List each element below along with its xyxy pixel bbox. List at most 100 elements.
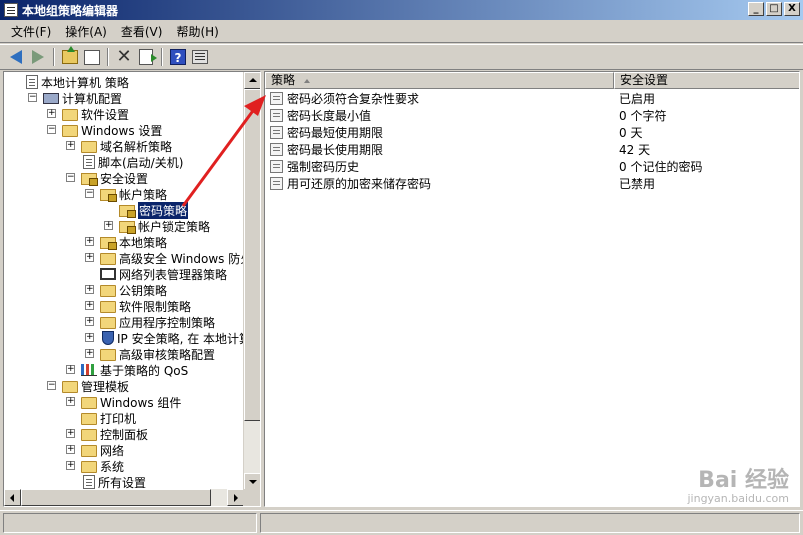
list-item[interactable]: 密码长度最小值 0 个字符 [265,107,799,124]
tree-item[interactable]: + 公钥策略 [85,282,167,298]
gpedit-icon [4,3,18,17]
collapse-icon[interactable]: − [28,93,37,102]
list-item[interactable]: 密码必须符合复杂性要求 已启用 [265,90,799,107]
tree-item[interactable]: + IP 安全策略, 在 本地计算 [85,330,244,346]
expand-icon[interactable]: + [66,141,75,150]
expand-icon[interactable]: + [85,253,94,262]
menu-help[interactable]: 帮助(H) [169,23,225,40]
tree-item[interactable]: − 安全设置 [66,170,149,186]
tree-item[interactable]: 打印机 [81,410,136,426]
maximize-button[interactable]: □ [766,2,782,16]
tree-item-label: 应用程序控制策略 [119,315,216,330]
list-item[interactable]: 密码最长使用期限 42 天 [265,141,799,158]
folder-icon [81,428,97,441]
tree-view[interactable]: 本地计算机 策略 − 计算机配置 + 软件设置 − Windows 设置 + 域名解析策略 脚本(… [4,72,244,490]
tree-item[interactable]: + 本地策略 [85,234,167,250]
policy-name: 用可还原的加密来储存密码 [287,177,432,191]
tree-item[interactable]: − 管理模板 [47,378,129,394]
folder-icon [62,124,78,137]
tree-item[interactable]: 密码策略 [119,201,189,219]
back-button[interactable] [5,47,27,67]
network-list-icon [100,268,116,280]
forward-button[interactable] [27,47,49,67]
secure-folder-icon [119,220,136,234]
tree-item[interactable]: + 网络 [66,442,124,458]
expand-icon[interactable]: + [66,365,75,374]
tree-item-label: 控制面板 [100,427,149,442]
menu-view[interactable]: 查看(V) [114,23,170,40]
up-button[interactable] [59,46,81,67]
help-button[interactable]: ? [167,47,189,67]
properties-button[interactable] [189,47,211,67]
expand-icon[interactable]: + [85,301,94,310]
expand-icon[interactable]: + [85,237,94,246]
folder-icon [62,380,78,393]
tree-horizontal-scrollbar[interactable] [4,489,244,506]
tree-item[interactable]: 本地计算机 策略 [24,74,129,90]
tree-item[interactable]: + Windows 组件 [66,394,182,410]
collapse-icon[interactable]: − [47,381,56,390]
help-icon: ? [170,49,186,65]
expand-icon[interactable]: + [66,429,75,438]
tree-item-label: 本地计算机 策略 [41,75,129,90]
show-tree-button[interactable] [81,47,103,67]
expand-icon[interactable]: + [66,461,75,470]
column-header-policy[interactable]: 策略 [265,72,614,89]
tree-item[interactable]: + 软件设置 [47,106,129,122]
scroll-thumb[interactable] [21,489,211,506]
export-button[interactable] [135,47,157,67]
tree-item[interactable]: 所有设置 [81,474,146,490]
collapse-icon[interactable]: − [47,125,56,134]
tree-item[interactable]: − 帐户策略 [85,186,167,202]
expand-icon[interactable]: + [66,397,75,406]
menu-action[interactable]: 操作(A) [58,23,114,40]
tree-item[interactable]: + 应用程序控制策略 [85,314,216,330]
delete-button[interactable]: ✕ [113,47,135,67]
minimize-button[interactable]: _ [748,2,764,16]
expand-icon[interactable]: + [85,317,94,326]
scroll-thumb[interactable] [244,89,260,421]
qos-chart-icon [81,364,97,376]
collapse-icon[interactable]: − [85,189,94,198]
tree-item-label: 所有设置 [98,475,147,490]
tree-item[interactable]: 脚本(启动/关机) [81,154,183,170]
menu-file[interactable]: 文件(F) [4,23,58,40]
column-header-setting[interactable]: 安全设置 [614,72,799,89]
expand-icon[interactable]: + [47,109,56,118]
list-item[interactable]: 密码最短使用期限 0 天 [265,124,799,141]
tree-item[interactable]: + 帐户锁定策略 [104,218,210,234]
tree-item[interactable]: + 域名解析策略 [66,138,172,154]
policy-cell: 密码最长使用期限 [265,141,614,158]
scroll-up-button[interactable] [244,72,260,89]
folder-icon [100,284,116,297]
expand-icon[interactable]: + [85,333,94,342]
tree-item-label: Windows 组件 [100,395,182,410]
list-item[interactable]: 用可还原的加密来储存密码 已禁用 [265,175,799,192]
title-buttons: _ □ X [748,2,800,16]
tree-item[interactable]: + 高级安全 Windows 防火墙 [85,250,244,266]
tree-item[interactable]: + 系统 [66,458,124,474]
scroll-right-button[interactable] [227,489,244,506]
tree-item[interactable]: 网络列表管理器策略 [100,266,227,282]
tree-item[interactable]: − 计算机配置 [28,90,122,106]
tree-item[interactable]: − Windows 设置 [47,122,162,138]
console-tree[interactable]: 本地计算机 策略 − 计算机配置 + 软件设置 − Windows 设置 + 域名解析策略 脚本(… [3,71,261,507]
details-pane[interactable]: 策略 安全设置 密码必须符合复杂性要求 已启用 密码长度最小值 0 个字符 密码最短使用… [264,71,800,507]
expand-icon[interactable]: + [66,445,75,454]
tree-item[interactable]: + 高级审核策略配置 [85,346,215,362]
computer-icon [43,92,59,104]
tree-vertical-scrollbar[interactable] [243,72,260,490]
scroll-down-button[interactable] [244,473,260,490]
expand-icon[interactable]: + [85,349,94,358]
tree-item-label: 安全设置 [100,171,149,186]
scroll-left-button[interactable] [4,489,21,506]
title-bar[interactable]: 本地组策略编辑器 _ □ X [0,0,803,20]
tree-item[interactable]: + 控制面板 [66,426,149,442]
tree-item[interactable]: + 基于策略的 QoS [66,362,188,378]
tree-item[interactable]: + 软件限制策略 [85,298,191,314]
close-button[interactable]: X [784,2,800,16]
expand-icon[interactable]: + [85,285,94,294]
expand-icon[interactable]: + [104,221,113,230]
list-item[interactable]: 强制密码历史 0 个记住的密码 [265,158,799,175]
collapse-icon[interactable]: − [66,173,75,182]
